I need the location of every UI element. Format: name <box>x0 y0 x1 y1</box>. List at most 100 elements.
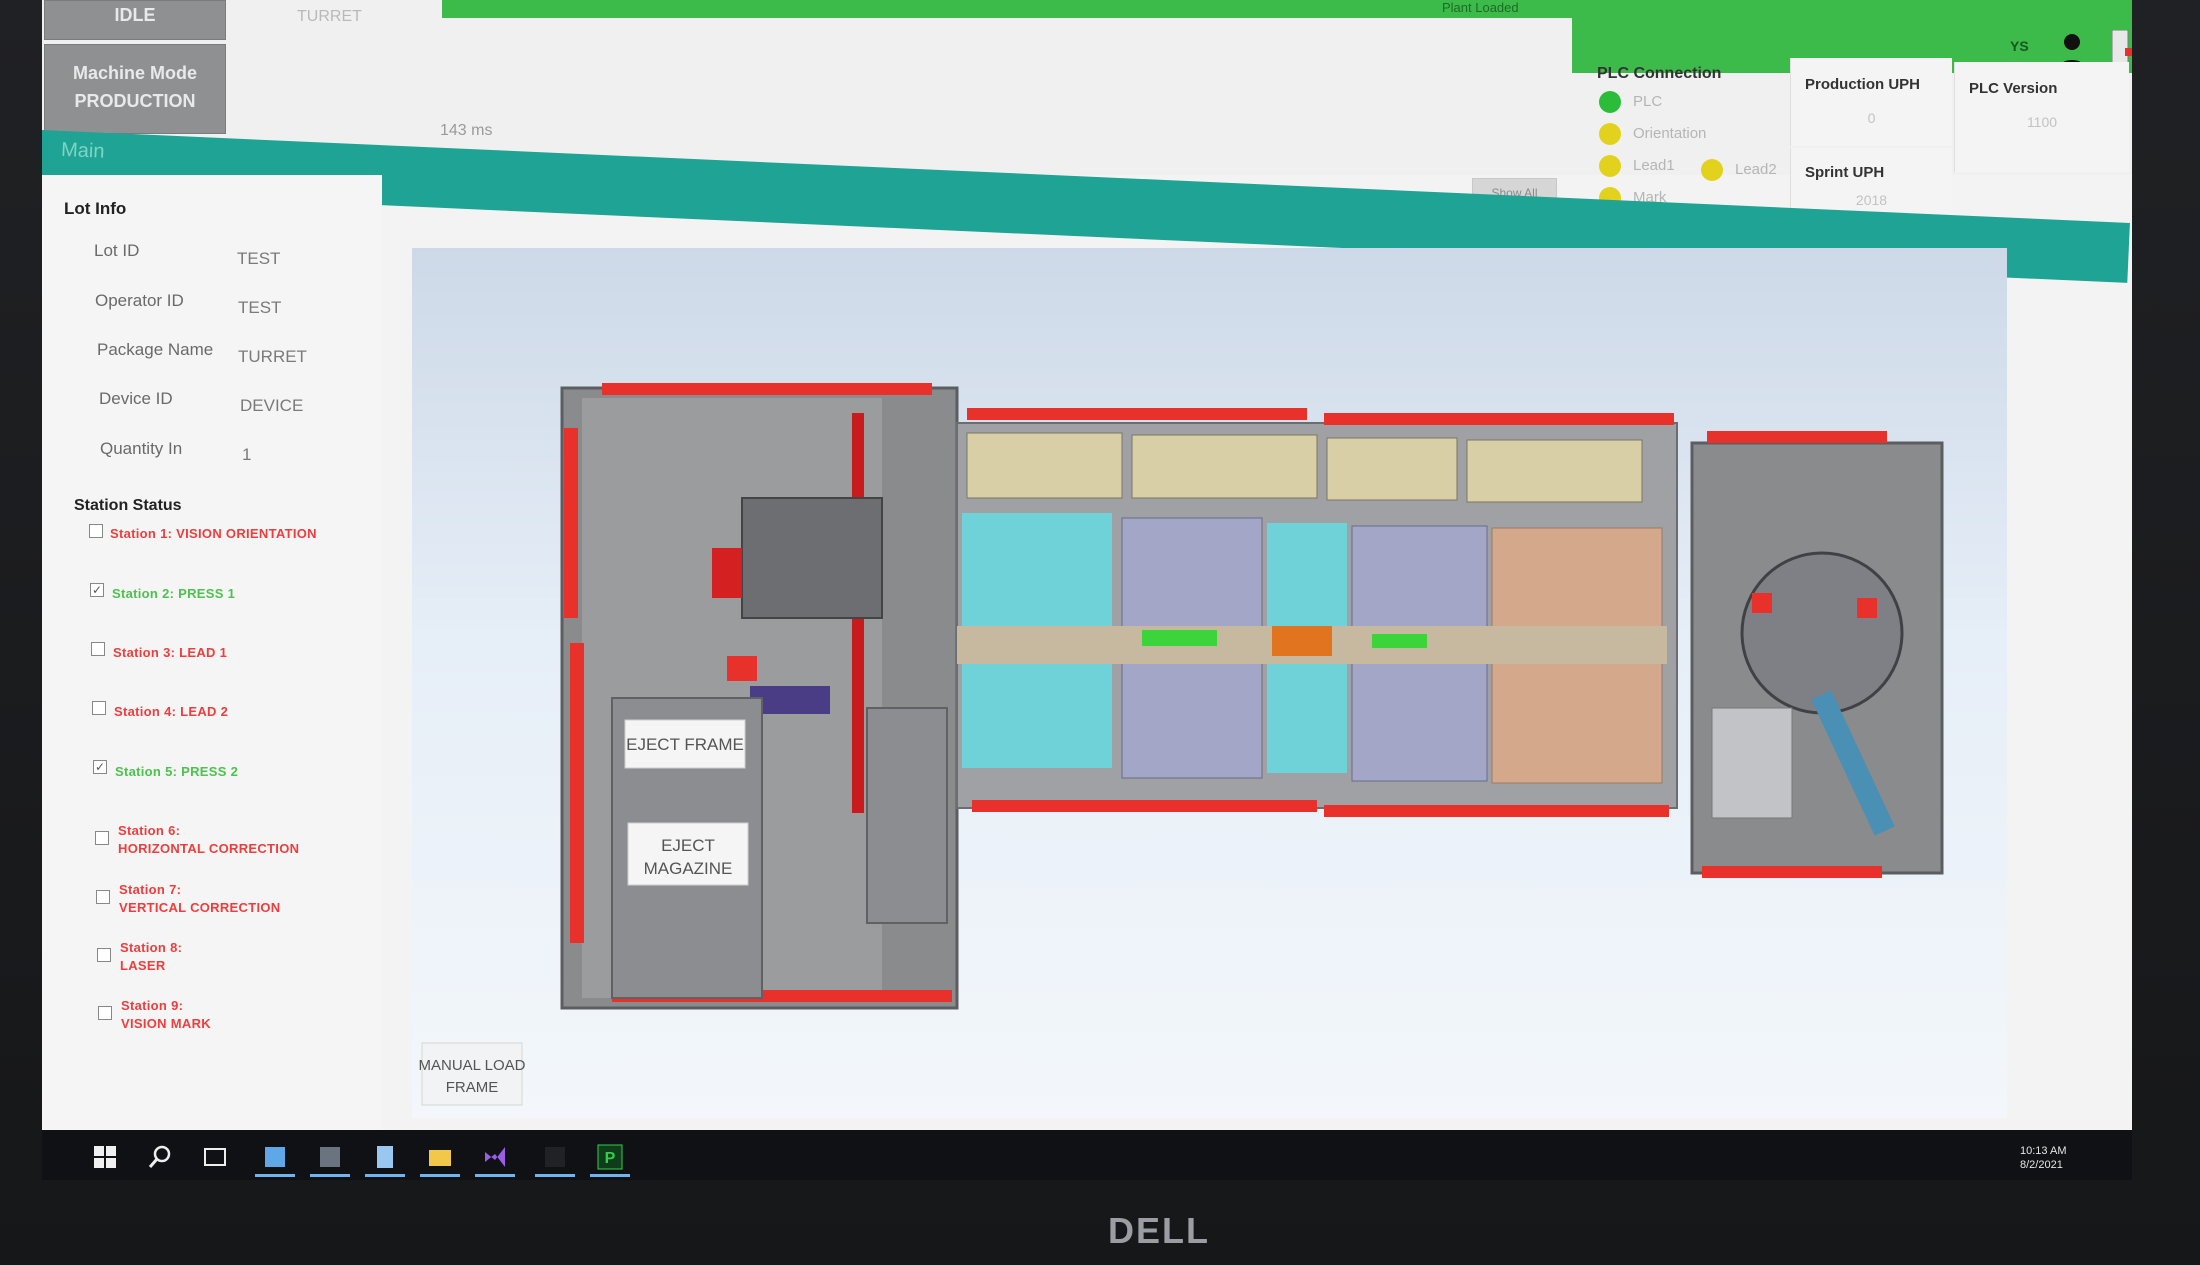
machine-layout-view: EJECT FRAME EJECT MAGAZINE MANUAL LOAD F… <box>412 248 2007 1118</box>
quantity-in-label: Quantity In <box>100 439 183 458</box>
station-1-checkbox[interactable] <box>89 524 103 538</box>
app-3-indicator <box>365 1174 405 1177</box>
turret-red-2 <box>1857 598 1877 618</box>
tray-date: 8/2/2021 <box>2020 1159 2063 1171</box>
station-7-name: VERTICAL CORRECTION <box>119 900 281 915</box>
station-2-label: Station 2: PRESS 1 <box>112 586 236 601</box>
state-label: IDLE <box>114 5 156 25</box>
station-3-label: Station 3: LEAD 1 <box>113 645 228 660</box>
operator-id-label: Operator ID <box>95 291 184 310</box>
station-6-title: Station 6: <box>118 823 181 838</box>
eject-magazine-label-1: EJECT <box>661 836 715 855</box>
eject-frame-button[interactable]: EJECT FRAME <box>624 719 746 769</box>
vs-indicator <box>475 1174 515 1177</box>
lead2-led-label: Lead2 <box>1735 161 1777 178</box>
sprint-uph-value: 2018 <box>1855 192 1888 208</box>
manual-load-frame-button[interactable]: MANUAL LOAD FRAME <box>419 1042 526 1106</box>
device-id-label: Device ID <box>99 389 173 408</box>
plc-connection-title: PLC Connection <box>1597 65 1722 82</box>
red-block <box>727 656 757 681</box>
turret-red-1 <box>1752 593 1772 613</box>
station-status-title: Station Status <box>74 497 182 514</box>
station-1-label: Station 1: VISION ORIENTATION <box>110 526 317 541</box>
station-7-checkbox[interactable] <box>96 890 110 904</box>
station-5-label: Station 5: PRESS 2 <box>115 764 239 779</box>
task-view-icon[interactable] <box>202 1144 228 1170</box>
production-uph-label: Production UPH <box>1805 76 1920 93</box>
visual-studio-icon[interactable] <box>482 1144 508 1170</box>
alarm-bar-bottom-right <box>1702 866 1882 878</box>
station-2-checkbox[interactable]: ✓ <box>90 583 104 597</box>
lead1-led-label: Lead1 <box>1633 157 1675 174</box>
lot-id-value: TEST <box>237 249 281 268</box>
eject-magazine-button[interactable]: EJECT MAGAZINE <box>627 822 749 886</box>
station-9-name: VISION MARK <box>121 1016 211 1031</box>
red-actuator <box>712 548 742 598</box>
alarm-bar-left-upper <box>564 428 578 618</box>
plc-version-value: 1100 <box>2026 114 2058 130</box>
lot-info-title: Lot Info <box>64 199 127 218</box>
manual-load-label-1: MANUAL LOAD <box>419 1057 526 1074</box>
lead2-led <box>1701 159 1723 181</box>
plc-led <box>1599 91 1621 113</box>
station-9-checkbox[interactable] <box>98 1006 112 1020</box>
app-icon-3[interactable] <box>372 1144 398 1170</box>
left-panel: Lot Info Lot ID TEST Operator ID TEST Pa… <box>42 175 382 1135</box>
eject-magazine-label-2: MAGAZINE <box>644 859 733 878</box>
station-4-label: Station 4: LEAD 2 <box>114 704 229 719</box>
station-8-name: LASER <box>120 958 166 973</box>
taskbar: P 10:13 AM 8/2/2021 <box>42 1130 2132 1180</box>
station-6-checkbox[interactable] <box>95 831 109 845</box>
press-2-green-marker <box>1372 634 1427 648</box>
station-8-checkbox[interactable] <box>97 948 111 962</box>
app-2-indicator <box>310 1174 350 1177</box>
search-icon[interactable] <box>147 1144 173 1170</box>
user-code: YS <box>2010 38 2029 54</box>
tab-main[interactable]: Main <box>61 139 105 164</box>
lot-id-label: Lot ID <box>94 241 140 260</box>
app-p-icon[interactable]: P <box>597 1144 623 1170</box>
app-icon-6[interactable] <box>542 1144 568 1170</box>
turret-wheel <box>1740 551 1904 715</box>
production-uph-cell: Production UPH 0 <box>1790 58 1952 146</box>
plc-version-cell: PLC Version 1100 <box>1954 62 2129 172</box>
manual-load-label-2: FRAME <box>446 1079 499 1096</box>
alarm-bar-top-mid-2 <box>1324 413 1674 425</box>
operator-id-value: TEST <box>238 298 282 317</box>
folder-icon[interactable] <box>427 1144 453 1170</box>
screen: IDLE Machine Mode PRODUCTION TURRET Plan… <box>42 0 2132 1175</box>
windows-start-icon[interactable] <box>92 1144 118 1170</box>
app-6-indicator <box>535 1174 575 1177</box>
eject-frame-label: EJECT FRAME <box>626 735 744 754</box>
plc-led-label: PLC <box>1633 93 1663 110</box>
alarm-bar-bottom-mid-1 <box>972 800 1317 812</box>
state-indicator: IDLE <box>44 0 226 40</box>
status-strip: Plant Loaded <box>442 0 2132 18</box>
station-7-label: Station 7: VERTICAL CORRECTION <box>119 881 280 917</box>
machine-mode-box[interactable]: Machine Mode PRODUCTION <box>44 44 226 134</box>
tray-3 <box>1326 437 1458 501</box>
tray-2 <box>1131 434 1318 499</box>
output-chute <box>1711 707 1793 819</box>
orientation-led-label: Orientation <box>1633 125 1707 142</box>
app-icon-1[interactable] <box>262 1144 288 1170</box>
station-8-title: Station 8: <box>120 940 183 955</box>
device-id-value: DEVICE <box>240 396 304 415</box>
app-1-indicator <box>255 1174 295 1177</box>
station-6-name: HORIZONTAL CORRECTION <box>118 841 300 856</box>
app-icon-2[interactable] <box>317 1144 343 1170</box>
gripper-assembly <box>741 497 883 619</box>
alarm-bar-top-left <box>602 383 932 395</box>
station-4-checkbox[interactable] <box>92 701 106 715</box>
station-9-title: Station 9: <box>121 998 184 1013</box>
station-8-label: Station 8: LASER <box>120 939 182 975</box>
tray-1 <box>966 432 1123 499</box>
side-panel <box>866 707 948 924</box>
cycle-time: 143 ms <box>440 122 493 139</box>
machine-mode-value: PRODUCTION <box>74 91 196 111</box>
station-3-checkbox[interactable] <box>91 642 105 656</box>
alarm-bar-bottom-mid-2 <box>1324 805 1669 817</box>
station-5-checkbox[interactable]: ✓ <box>93 760 107 774</box>
folder-indicator <box>420 1174 460 1177</box>
orientation-led <box>1599 123 1621 145</box>
